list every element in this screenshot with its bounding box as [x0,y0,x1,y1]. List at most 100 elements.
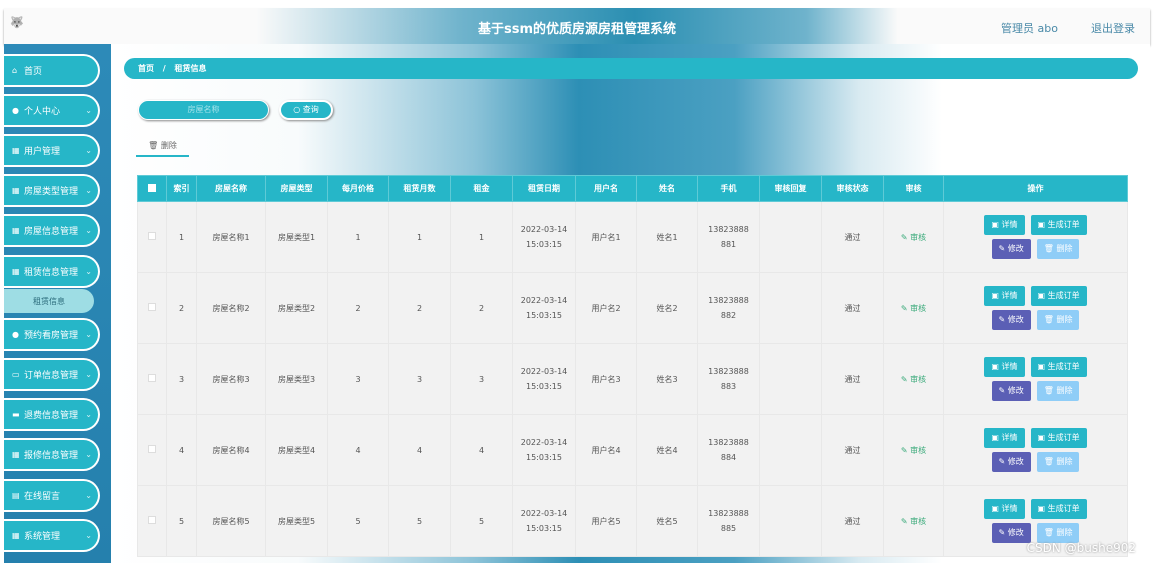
delete-button[interactable]: 🗑 删除 [1036,452,1080,472]
sidebar-item-label: 首页 [24,67,43,77]
row-checkbox[interactable] [137,201,167,273]
edit-button[interactable]: ✎ 修改 [991,523,1031,543]
edit-button[interactable]: ✎ 修改 [991,452,1031,472]
table-cell: 5 [388,485,451,557]
delete-button[interactable]: 🗑 删除 [1036,381,1080,401]
search-button-label: 查询 [302,105,319,114]
table-cell: 用户名2 [575,272,637,344]
sidebar-item-2[interactable]: ▦ 用户管理 ⌄ [4,134,100,167]
chevron-down-icon: ⌄ [85,450,92,459]
select-all-checkbox[interactable] [137,175,167,202]
generate-order-button[interactable]: ▣ 生成订单 [1030,215,1087,235]
table-cell [759,485,822,557]
sidebar-item-6[interactable]: ● 预约看房管理 ⌄ [4,318,100,351]
sidebar-item-8[interactable]: ▬ 退费信息管理 ⌄ [4,398,100,431]
sidebar-item-9[interactable]: ▦ 报修信息管理 ⌄ [4,438,100,471]
breadcrumb-separator: / [162,64,166,73]
table-cell: 通过 [821,272,884,344]
batch-delete-button[interactable]: 🗑 删除 [136,140,189,157]
detail-button[interactable]: ▣ 详情 [984,499,1025,519]
logout-link[interactable]: 退出登录 [1091,20,1135,36]
sidebar-item-5[interactable]: ▦ 租赁信息管理 ⌄ [4,255,100,288]
column-header: 租赁日期 [512,175,576,202]
table-cell: 通过 [821,414,884,486]
row-checkbox[interactable] [137,485,167,557]
sidebar-item-10[interactable]: ▤ 在线留言 ⌄ [4,479,100,512]
edit-button[interactable]: ✎ 修改 [991,310,1031,330]
table-cell: 2022-03-14 15:03:15 [512,272,576,344]
printer-icon: ▬ [12,410,20,419]
audit-link[interactable]: ✎ 审核 [901,304,926,313]
chevron-down-icon: ⌄ [85,146,92,155]
audit-link[interactable]: ✎ 审核 [901,375,926,384]
search-button[interactable]: ○ 查询 [279,100,333,120]
detail-button[interactable]: ▣ 详情 [984,428,1025,448]
table-cell: 13823888882 [697,272,760,344]
main-content: 首页 / 租赁信息 房屋名称 ○ 查询 🗑 删除 索引 房屋名称 房屋类型 每月价格租… [111,44,1150,563]
chevron-down-icon: ⌄ [85,491,92,500]
grid-icon: ▦ [12,146,20,155]
table-cell: 1 [166,201,197,273]
table-cell: 房屋类型5 [265,485,328,557]
table-cell: 1 [388,201,451,273]
table-cell: 5 [166,485,197,557]
edit-button[interactable]: ✎ 修改 [991,381,1031,401]
clipboard-icon: ▤ [12,491,20,500]
table-row: 5 房屋名称5 房屋类型5 5 5 5 2022-03-14 15:03:15 用户名5 姓名5… [137,485,1128,557]
sidebar-subitem-rental-info[interactable]: 租赁信息 [4,289,94,313]
table-cell: 3 [388,343,451,415]
generate-order-button[interactable]: ▣ 生成订单 [1030,357,1087,377]
column-header: 每月价格 [327,175,389,202]
search-icon: ○ [293,105,303,114]
table-cell: 2022-03-14 15:03:15 [512,201,576,273]
delete-button[interactable]: 🗑 删除 [1036,239,1080,259]
generate-order-button[interactable]: ▣ 生成订单 [1030,428,1087,448]
chevron-down-icon: ⌄ [85,186,92,195]
edit-button[interactable]: ✎ 修改 [991,239,1031,259]
table-cell: 5 [450,485,513,557]
table-row: 2 房屋名称2 房屋类型2 2 2 2 2022-03-14 15:03:15 用户名2 姓名2… [137,272,1128,344]
breadcrumb: 首页 / 租赁信息 [124,58,1138,79]
sidebar-item-7[interactable]: ▭ 订单信息管理 ⌄ [4,358,100,391]
audit-link[interactable]: ✎ 审核 [901,517,926,526]
house-name-search-input[interactable]: 房屋名称 [138,100,269,120]
table-cell: 4 [166,414,197,486]
column-header: 操作 [943,175,1128,202]
breadcrumb-current: 租赁信息 [174,64,207,73]
table-cell [759,414,822,486]
table-cell: 13823888883 [697,343,760,415]
row-checkbox[interactable] [137,343,167,415]
generate-order-button[interactable]: ▣ 生成订单 [1030,499,1087,519]
audit-link[interactable]: ✎ 审核 [901,233,926,242]
table-cell: 房屋名称3 [196,343,266,415]
user-icon: ● [12,106,19,115]
table-cell: 房屋类型3 [265,343,328,415]
sidebar-item-label: 个人中心 [24,107,61,117]
row-checkbox[interactable] [137,272,167,344]
delete-icon: 🗑 [148,141,161,150]
generate-order-button[interactable]: ▣ 生成订单 [1030,286,1087,306]
sidebar-item-label: 用户管理 [24,147,61,157]
audit-link[interactable]: ✎ 审核 [901,446,926,455]
table-cell: 用户名5 [575,485,637,557]
delete-button[interactable]: 🗑 删除 [1036,523,1080,543]
table-cell: 房屋名称5 [196,485,266,557]
sidebar-item-0[interactable]: ⌂ 首页 [4,54,100,87]
sidebar-item-4[interactable]: ▦ 房屋信息管理 ⌄ [4,214,100,247]
column-header: 房屋名称 [196,175,266,202]
sidebar-item-3[interactable]: ▦ 房屋类型管理 ⌄ [4,174,100,207]
sidebar-item-11[interactable]: ▦ 系统管理 ⌄ [4,519,100,552]
table-cell: 4 [327,414,389,486]
detail-button[interactable]: ▣ 详情 [984,286,1025,306]
chevron-down-icon: ⌄ [85,106,92,115]
detail-button[interactable]: ▣ 详情 [984,215,1025,235]
top-header: 🐺 基于ssm的优质房源房租管理系统 管理员 abo 退出登录 [4,8,1150,44]
table-cell: 房屋类型4 [265,414,328,486]
breadcrumb-home[interactable]: 首页 [138,64,154,73]
sidebar-item-1[interactable]: ● 个人中心 ⌄ [4,94,100,127]
detail-button[interactable]: ▣ 详情 [984,357,1025,377]
delete-button[interactable]: 🗑 删除 [1036,310,1080,330]
table-cell: 1 [450,201,513,273]
row-checkbox[interactable] [137,414,167,486]
column-header: 用户名 [575,175,637,202]
